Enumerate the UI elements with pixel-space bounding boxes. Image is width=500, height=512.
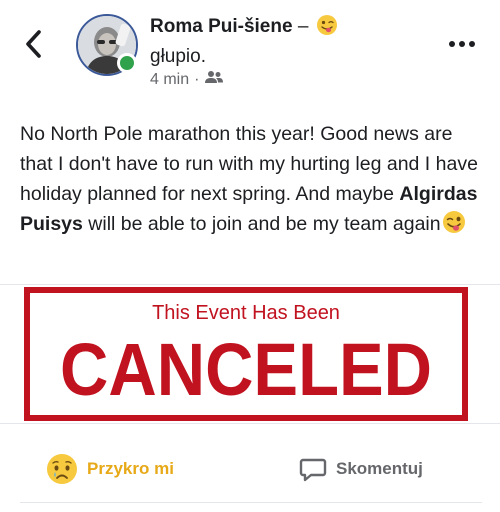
- comment-label: Skomentuj: [336, 459, 423, 478]
- grinning-face-with-tongue-icon: [316, 14, 338, 44]
- post-meta: 4 min ·: [150, 70, 224, 90]
- back-button[interactable]: [22, 28, 46, 60]
- action-bar-divider: [20, 502, 482, 503]
- post-timestamp[interactable]: 4 min: [150, 70, 189, 90]
- reaction-button[interactable]: Przykro mi: [46, 447, 174, 491]
- chevron-left-icon: [26, 30, 41, 58]
- winking-face-with-tongue-icon: [442, 210, 466, 243]
- meta-separator: ·: [194, 71, 200, 88]
- feeling-separator: –: [292, 16, 314, 37]
- post-text: No North Pole marathon this year! Good n…: [20, 119, 485, 243]
- author-line: Roma Pui-šiene – głupio.: [150, 14, 420, 70]
- author-avatar[interactable]: [76, 14, 138, 76]
- stamp-line-2: CANCELED: [60, 328, 432, 411]
- canceled-event-image[interactable]: This Event Has Been CANCELED: [24, 287, 468, 421]
- image-bottom-divider: [0, 423, 500, 424]
- stamp-line-1: This Event Has Been: [152, 302, 340, 324]
- more-options-button[interactable]: [448, 36, 476, 52]
- post-action-bar: Przykro mi Skomentuj: [0, 441, 500, 497]
- more-horizontal-icon: [449, 41, 475, 47]
- post-detail-screen: Roma Pui-šiene – głupio. 4 min · No Nort…: [0, 0, 500, 512]
- online-status-dot: [117, 53, 137, 73]
- comment-button[interactable]: Skomentuj: [299, 447, 423, 491]
- feeling-text: głupio.: [150, 46, 206, 67]
- image-top-divider: [0, 284, 500, 285]
- friends-audience-icon[interactable]: [204, 70, 224, 90]
- sad-face-icon: [47, 454, 77, 484]
- reaction-label: Przykro mi: [87, 459, 174, 478]
- post-text-part-2: will be able to join and be my team agai…: [82, 213, 441, 235]
- comment-bubble-icon: [299, 458, 327, 482]
- author-name[interactable]: Roma Pui-šiene: [150, 16, 293, 37]
